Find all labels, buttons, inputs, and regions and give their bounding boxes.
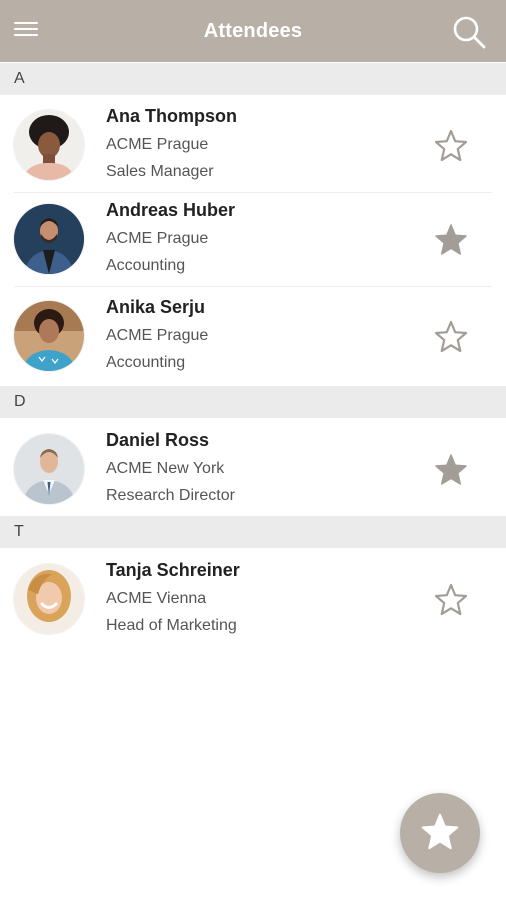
attendee-role: Accounting <box>106 257 186 274</box>
attendee-company: ACME New York <box>106 460 225 477</box>
attendee-row[interactable]: Anika Serju ACME Prague Accounting <box>0 287 506 384</box>
attendee-name: Daniel Ross <box>106 430 210 450</box>
attendee-role: Accounting <box>106 354 186 371</box>
attendee-row[interactable]: Tanja Schreiner ACME Vienna Head of Mark… <box>0 550 506 647</box>
attendee-company: ACME Prague <box>106 230 209 247</box>
attendee-company: ACME Prague <box>106 327 209 344</box>
attendee-name: Andreas Huber <box>106 200 236 220</box>
star-outline-icon[interactable] <box>433 319 469 355</box>
avatar <box>14 110 84 180</box>
page-title: Attendees <box>203 20 303 42</box>
attendee-company: ACME Prague <box>106 136 209 153</box>
attendee-company: ACME Vienna <box>106 590 207 607</box>
attendee-row[interactable]: Ana Thompson ACME Prague Sales Manager <box>0 96 506 193</box>
attendee-name: Ana Thompson <box>106 106 237 126</box>
avatar <box>14 301 84 371</box>
attendee-name: Tanja Schreiner <box>106 560 240 580</box>
avatar <box>14 564 84 634</box>
attendee-role: Sales Manager <box>106 163 214 180</box>
star-outline-icon[interactable] <box>433 582 469 618</box>
favorites-fab-button[interactable] <box>400 793 480 873</box>
avatar <box>14 204 84 274</box>
attendee-row[interactable]: Andreas Huber ACME Prague Accounting <box>0 190 506 287</box>
star-filled-icon[interactable] <box>433 452 469 488</box>
star-filled-icon[interactable] <box>433 222 469 258</box>
attendee-role: Research Director <box>106 487 235 504</box>
section-header-a: A <box>0 63 506 95</box>
star-outline-icon[interactable] <box>433 128 469 164</box>
attendee-name: Anika Serju <box>106 297 206 317</box>
section-header-t: T <box>0 516 506 548</box>
search-icon[interactable] <box>450 13 488 51</box>
star-icon <box>421 813 459 850</box>
attendee-row[interactable]: Daniel Ross ACME New York Research Direc… <box>0 420 506 517</box>
attendee-role: Head of Marketing <box>106 617 237 634</box>
section-header-d: D <box>0 386 506 418</box>
avatar <box>14 434 84 504</box>
app-bar: Attendees <box>0 0 506 62</box>
